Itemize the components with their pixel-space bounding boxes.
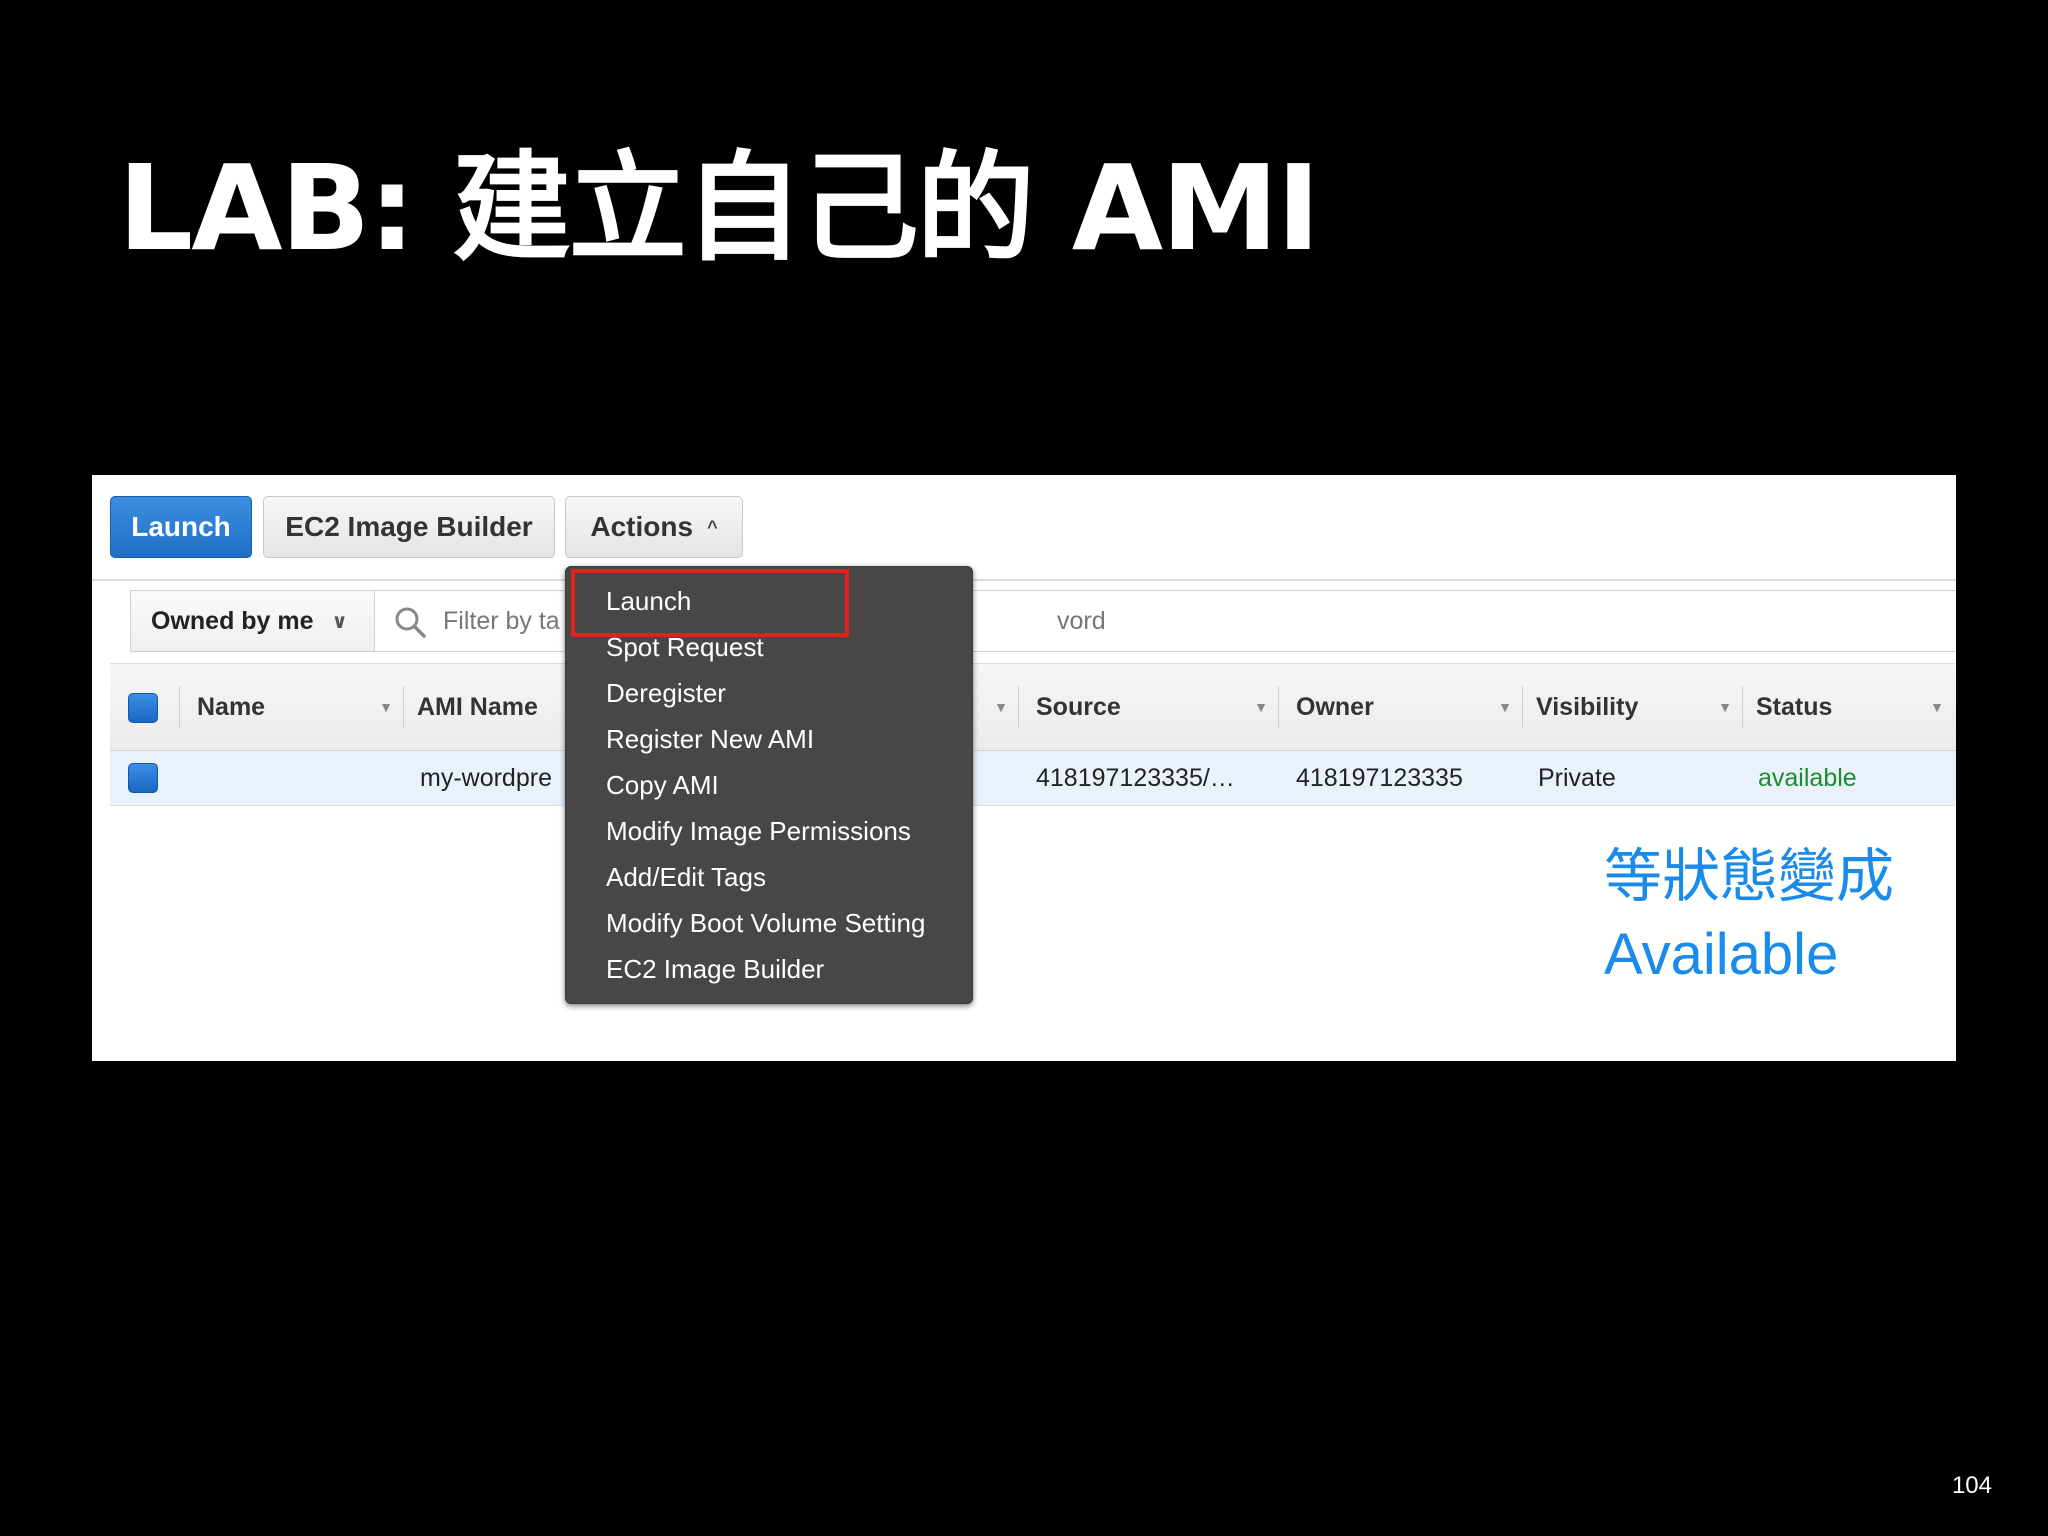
search-placeholder-end: vord <box>1057 606 1106 635</box>
chevron-down-icon: ∨ <box>331 610 348 633</box>
table-row[interactable]: my-wordpre 418197123335/… 418197123335 P… <box>110 751 1956 806</box>
menu-item-ec2-image-builder[interactable]: EC2 Image Builder <box>606 949 824 989</box>
column-header-owner[interactable]: Owner ▼ <box>1282 664 1522 750</box>
slide-title: LAB: 建立自己的 AMI <box>118 139 1320 277</box>
search-input[interactable]: Filter by ta <box>443 591 570 651</box>
caret-up-icon: ^ <box>707 516 718 537</box>
status-note: 等狀態變成 Available <box>1604 838 1894 994</box>
actions-dropdown-button[interactable]: Actions ^ <box>565 496 743 558</box>
column-separator <box>1278 686 1279 728</box>
owned-by-select[interactable]: Owned by me ∨ <box>131 591 375 651</box>
cell-ami-name: my-wordpre <box>420 763 552 792</box>
column-header-visibility[interactable]: Visibility ▼ <box>1522 664 1742 750</box>
sort-arrow-icon: ▼ <box>1718 699 1732 715</box>
menu-item-add-edit-tags[interactable]: Add/Edit Tags <box>606 857 766 897</box>
menu-item-deregister[interactable]: Deregister <box>606 673 726 713</box>
sort-arrow-icon: ▼ <box>1254 699 1268 715</box>
sort-arrow-icon: ▼ <box>379 699 393 715</box>
ami-console-panel: Launch EC2 Image Builder Actions ^ Owned… <box>92 475 1956 1061</box>
menu-item-modify-boot-volume-setting[interactable]: Modify Boot Volume Setting <box>606 903 925 943</box>
search-placeholder-start: Filter by ta <box>443 606 560 635</box>
sort-arrow-icon: ▼ <box>1930 699 1944 715</box>
filter-bar: Owned by me ∨ Filter by ta vord <box>130 590 1956 652</box>
search-icon <box>395 607 426 638</box>
cell-visibility: Private <box>1538 763 1616 792</box>
select-all-checkbox[interactable] <box>128 693 158 723</box>
status-note-line2: Available <box>1604 922 1839 987</box>
actions-label: Actions <box>590 511 694 542</box>
menu-item-modify-image-permissions[interactable]: Modify Image Permissions <box>606 811 911 851</box>
launch-highlight-box <box>571 569 849 637</box>
menu-item-copy-ami[interactable]: Copy AMI <box>606 765 719 805</box>
column-header-status[interactable]: Status ▼ <box>1742 664 1954 750</box>
column-header-source[interactable]: Source ▼ <box>1022 664 1278 750</box>
cell-status: available <box>1758 763 1857 792</box>
toolbar-divider <box>92 579 1956 581</box>
column-separator <box>1018 686 1019 728</box>
menu-item-register-new-ami[interactable]: Register New AMI <box>606 719 814 759</box>
owned-by-label: Owned by me <box>151 606 314 635</box>
sort-arrow-icon: ▼ <box>1498 699 1512 715</box>
table-header: Name ▼ AMI Name ▼ Source ▼ Owner ▼ Visib… <box>110 663 1956 751</box>
row-checkbox[interactable] <box>128 763 158 793</box>
cell-owner: 418197123335 <box>1296 763 1463 792</box>
column-separator <box>179 686 180 728</box>
sort-arrow-icon: ▼ <box>994 699 1008 715</box>
cell-source: 418197123335/… <box>1036 763 1235 792</box>
ec2-image-builder-button[interactable]: EC2 Image Builder <box>263 496 555 558</box>
launch-button[interactable]: Launch <box>110 496 252 558</box>
column-header-name[interactable]: Name ▼ <box>183 664 403 750</box>
column-header-hidden-sort[interactable]: ▼ <box>994 664 1018 750</box>
status-note-line1: 等狀態變成 <box>1604 844 1895 909</box>
page-number: 104 <box>1951 1472 1992 1499</box>
